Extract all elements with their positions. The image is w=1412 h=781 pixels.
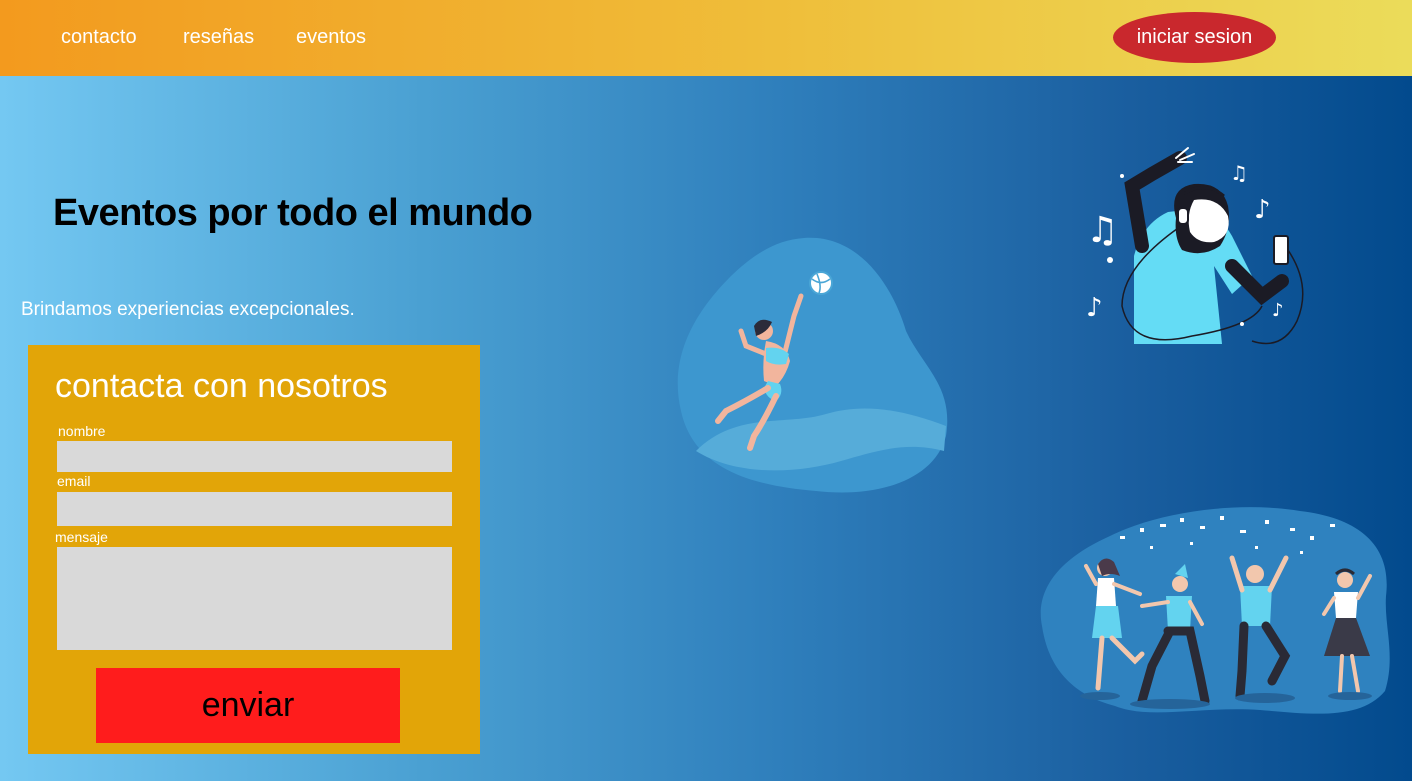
headphone-icon <box>1177 207 1189 225</box>
nav-link-contacto[interactable]: contacto <box>61 26 137 49</box>
contact-form: contacta con nosotros nombre email mensa… <box>28 345 480 754</box>
message-textarea[interactable] <box>57 547 452 650</box>
hero-section: Eventos por todo el mundo Brindamos expe… <box>0 76 1412 781</box>
hero-title: Eventos por todo el mundo <box>53 192 533 234</box>
email-field-label: email <box>57 473 91 489</box>
name-field-label: nombre <box>58 423 106 439</box>
music-note-icon-3: ♫ <box>1230 161 1248 185</box>
dancing-people-illustration <box>1040 507 1390 714</box>
hero-subtitle: Brindamos experiencias excepcionales. <box>21 299 355 320</box>
email-input[interactable] <box>57 492 452 526</box>
music-listener-illustration: ♫ ♪ ♫ ♪ ♪ <box>1086 147 1304 345</box>
name-input[interactable] <box>57 441 452 472</box>
volleyball-player-illustration <box>677 237 948 493</box>
submit-button[interactable]: enviar <box>96 668 400 743</box>
nav-link-eventos[interactable]: eventos <box>296 26 366 49</box>
login-button[interactable]: iniciar sesion <box>1113 12 1276 63</box>
nav-link-resenas[interactable]: reseñas <box>183 26 254 49</box>
contact-form-title: contacta con nosotros <box>55 367 388 405</box>
top-navigation-bar: contacto reseñas eventos iniciar sesion <box>0 0 1412 76</box>
music-note-icon-4: ♪ <box>1086 293 1103 323</box>
music-note-icon-1: ♫ <box>1086 210 1118 251</box>
phone-icon <box>1273 235 1289 265</box>
music-note-icon-5: ♪ <box>1272 300 1284 321</box>
message-field-label: mensaje <box>55 529 108 545</box>
music-note-icon-2: ♪ <box>1254 195 1271 225</box>
listener-arm-phone <box>1225 259 1289 306</box>
page: contacto reseñas eventos iniciar sesion … <box>0 0 1412 781</box>
